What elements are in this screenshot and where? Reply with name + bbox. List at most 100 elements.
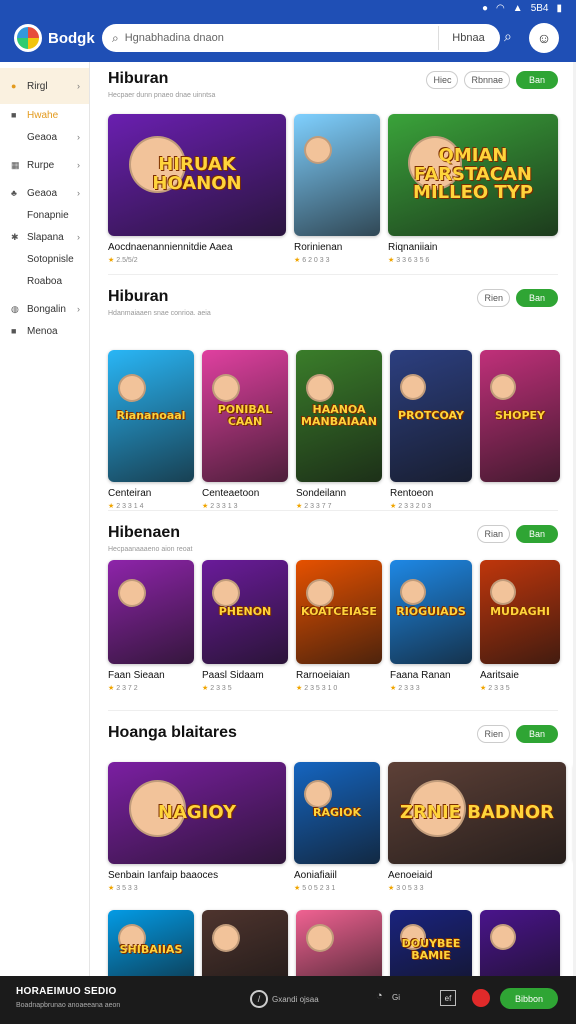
primary-action-button[interactable]: Ban [516,71,558,89]
avatar[interactable]: ☺ [529,23,559,53]
star-icon: ★ [108,257,117,264]
game-thumbnail[interactable]: HIRUAK HOANON [108,114,286,236]
game-thumbnail[interactable]: NAGIOY [108,762,286,864]
game-thumbnail[interactable]: KOATCEIASE [296,560,382,664]
game-title[interactable]: Centeaetoon [202,488,288,499]
game-title[interactable]: Centeiran [108,488,194,499]
game-card[interactable]: PROTCOAY Rentoeon ★ 2 3 3 2 0 3 [390,350,472,510]
sidebar-item[interactable]: ▦ Rurpe › [0,154,89,176]
game-card[interactable]: QMIAN FARSTACAN MILLEO TYP Riqnaniiain ★ 3… [388,114,558,264]
game-card[interactable]: RAGIOK Aoniafiaiil ★ 5 0 5 2 3 1 [294,762,380,892]
search-button[interactable]: Hbnaa [438,26,498,50]
game-thumbnail[interactable] [480,910,560,976]
filter-button[interactable]: Rbnnae [464,71,510,89]
cta-button[interactable]: Bibbon [500,988,558,1009]
section: Hiburan Hdanmaiaaen snae conrioa. aeia Rie… [108,288,560,522]
sidebar-item[interactable]: ■ Menoa [0,320,89,342]
clock-icon[interactable]: / [250,990,268,1008]
filter-button[interactable]: Rien [477,289,510,307]
game-title[interactable]: Sondeilann [296,488,382,499]
game-meta: ★ 2 3 3 5 [480,684,560,692]
game-card[interactable]: Faan Sieaan ★ 2 3 7 2 [108,560,194,692]
game-title[interactable]: Aaritsaie [480,670,560,681]
game-card[interactable] [480,910,560,976]
sidebar-item[interactable]: Roaboa [0,270,89,292]
game-rating: 2.5/5/2 [116,257,138,264]
primary-action-button[interactable]: Ban [516,525,558,543]
game-thumbnail[interactable]: HAANOA MANBAIAAN [296,350,382,482]
game-card[interactable]: Rorinienan ★ 6 2 0 3 3 [294,114,380,264]
game-title[interactable]: Rarnoeiaian [296,670,382,681]
game-thumbnail[interactable]: SHIBAIIAS [108,910,194,976]
game-title[interactable]: Riqnaniiain [388,242,558,253]
game-thumbnail[interactable] [294,114,380,236]
game-thumbnail[interactable]: MUDAGHI [480,560,560,664]
game-rating: 3 5 3 3 [116,885,138,892]
sidebar-item[interactable]: ✱ Slapana › [0,226,89,248]
game-thumbnail[interactable] [108,560,194,664]
game-card[interactable]: Riananoaal Centeiran ★ 2 3 3 1 4 [108,350,194,510]
search-icon[interactable]: ⌕ [504,28,512,45]
game-title[interactable]: Senbain Ianfaip baaoces [108,870,286,881]
game-card[interactable]: SHIBAIIAS [108,910,194,976]
game-card[interactable]: MUDAGHI Aaritsaie ★ 2 3 3 5 [480,560,560,692]
game-title[interactable]: Rentoeon [390,488,472,499]
game-card[interactable]: ZRNIE BADNOR Aenoeiaid ★ 3 0 5 3 3 [388,762,566,892]
sidebar-item[interactable]: ◍ Bongalin › [0,298,89,320]
game-thumbnail[interactable] [202,910,288,976]
game-thumbnail[interactable]: Riananoaal [108,350,194,482]
app-logo-icon[interactable] [14,24,42,52]
record-button[interactable] [472,989,490,1007]
game-card[interactable]: SHOPEY [480,350,560,510]
settings-icon[interactable]: ◔ [376,990,383,1002]
game-thumbnail[interactable]: PROTCOAY [390,350,472,482]
game-card[interactable]: RIOGUIADS Faana Ranan ★ 2 3 3 3 [390,560,472,692]
game-title[interactable]: Aocdnaenanniennitdie Aaea [108,242,286,253]
game-thumbnail[interactable]: DOUYBEE BAMIE [390,910,472,976]
filter-button[interactable]: Hiec [426,71,459,89]
game-card[interactable]: DOUYBEE BAMIE [390,910,472,976]
game-title[interactable]: Faan Sieaan [108,670,194,681]
game-thumbnail[interactable]: QMIAN FARSTACAN MILLEO TYP [388,114,558,236]
game-thumbnail[interactable]: RIOGUIADS [390,560,472,664]
game-title[interactable]: Aoniafiaiil [294,870,380,881]
section-subtitle: Hecpaanaaaeno aion reoat [108,546,193,553]
window-icon[interactable]: ef [440,990,456,1006]
search-bar[interactable]: ⌕ Hgnabhadina dnaon Hbnaa [102,24,500,52]
game-thumbnail[interactable]: PHENON [202,560,288,664]
game-card[interactable]: PHENON Paasl Sidaam ★ 2 3 3 5 [202,560,288,692]
game-card[interactable]: HIRUAK HOANON Aocdnaenanniennitdie Aaea ★ … [108,114,286,264]
game-card[interactable]: PONIBAL CAAN Centeaetoon ★ 2 3 3 1 3 [202,350,288,510]
filter-button[interactable]: Rien [477,725,510,743]
sidebar: ● Rirgl › ■ Hwahe Geaoa › ▦ Rurpe › ♣ Geaoa › Fonapni… [0,62,90,976]
game-card[interactable] [296,910,382,976]
filter-button[interactable]: Rian [477,525,510,543]
game-thumbnail[interactable]: SHOPEY [480,350,560,482]
chevron-right-icon: › [77,132,80,142]
star-icon: ★ [296,685,305,692]
game-thumbnail[interactable]: RAGIOK [294,762,380,864]
game-card[interactable]: KOATCEIASE Rarnoeiaian ★ 2 3 5 3 1 0 [296,560,382,692]
sidebar-item[interactable]: Geaoa › [0,126,89,148]
search-input[interactable]: Hgnabhadina dnaon [125,32,438,44]
primary-action-button[interactable]: Ban [516,289,558,307]
sidebar-item[interactable]: Fonapnie [0,204,89,226]
sidebar-item[interactable]: ■ Hwahe [0,104,89,126]
game-card[interactable]: NAGIOY Senbain Ianfaip baaoces ★ 3 5 3 3 [108,762,286,892]
game-title[interactable]: Paasl Sidaam [202,670,288,681]
character-image [490,579,516,605]
game-card[interactable]: HAANOA MANBAIAAN Sondeilann ★ 2 3 3 7 7 [296,350,382,510]
game-title[interactable]: Rorinienan [294,242,380,253]
game-title[interactable]: Faana Ranan [390,670,472,681]
game-thumbnail[interactable]: PONIBAL CAAN [202,350,288,482]
game-thumbnail[interactable]: ZRNIE BADNOR [388,762,566,864]
sidebar-item-label: Hwahe [27,109,59,121]
game-title[interactable]: Aenoeiaid [388,870,566,881]
game-thumbnail[interactable] [296,910,382,976]
sidebar-item[interactable]: ● Rirgl › [0,68,89,104]
game-card[interactable] [202,910,288,976]
sidebar-item[interactable]: ♣ Geaoa › [0,182,89,204]
game-meta: ★ 2.5/5/2 [108,256,286,264]
sidebar-item[interactable]: Sotopnisle [0,248,89,270]
primary-action-button[interactable]: Ban [516,725,558,743]
